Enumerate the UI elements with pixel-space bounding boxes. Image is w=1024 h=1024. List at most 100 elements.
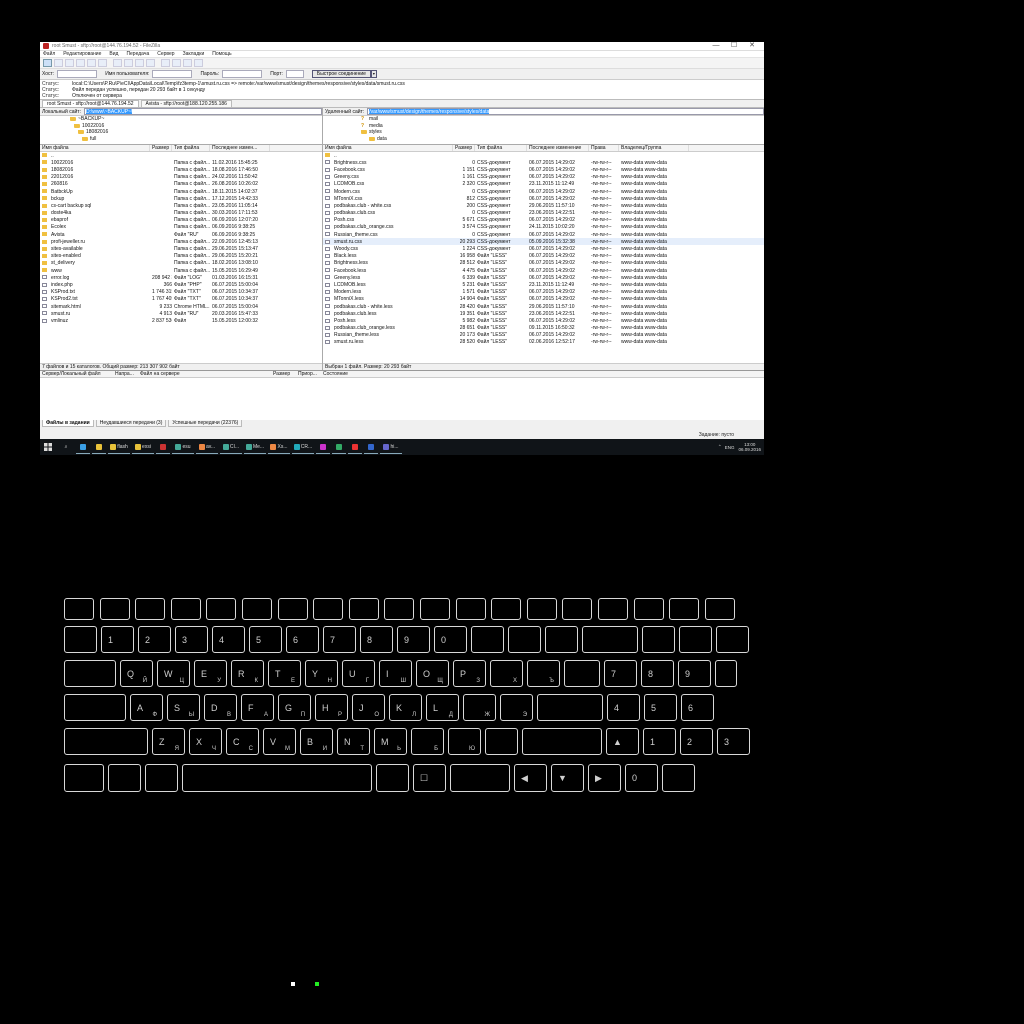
key[interactable]: Х (490, 660, 523, 687)
table-row[interactable]: Facebook.css 1 151 CSS-документ 06.07.2015 … (323, 166, 764, 173)
key[interactable] (545, 626, 578, 653)
reconnect-icon[interactable] (146, 59, 155, 67)
key[interactable]: 2 (138, 626, 171, 653)
remote-path-input[interactable]: /var/www/smust/design/themes/responsive/… (367, 108, 764, 115)
menu-view[interactable]: Вид (109, 51, 118, 57)
table-row[interactable]: error.log 208 942 334Файл "LOG" 01.03.2016… (40, 274, 322, 281)
table-row[interactable]: Woody.css 1 224 CSS-документ 06.07.2015 14:… (323, 245, 764, 252)
column-header[interactable]: Файл на сервере (138, 371, 268, 377)
column-header[interactable]: Последнее измен... (210, 145, 270, 151)
key[interactable]: QЙ (120, 660, 153, 687)
disconnect-icon[interactable] (135, 59, 144, 67)
key[interactable] (679, 626, 712, 653)
table-row[interactable]: LCDMOB.less 5 231 Файл "LESS" 23.11.2015 11… (323, 281, 764, 288)
filter-icon[interactable] (161, 59, 170, 67)
local-path-input[interactable]: D:\www\~BACKUP~\ (83, 108, 322, 115)
table-row[interactable]: profi-jeweller.ru Папка с файл... 22.09.20… (40, 238, 322, 245)
key[interactable]: ☐ (413, 764, 446, 792)
taskbar-app-button[interactable] (156, 440, 170, 454)
column-header[interactable]: Сервер/Локальный файл (40, 371, 110, 377)
column-header[interactable]: Размер (453, 145, 475, 151)
menu-edit[interactable]: Редактирование (63, 51, 101, 57)
table-row[interactable]: Greeny.css 1 161 CSS-документ 06.07.2015 14… (323, 174, 764, 181)
key[interactable]: ▶ (588, 764, 621, 792)
key[interactable] (420, 598, 450, 620)
key[interactable] (582, 626, 638, 653)
taskbar-app-button[interactable]: flash (108, 440, 130, 454)
key[interactable]: Э (500, 694, 533, 721)
password-input[interactable] (222, 70, 263, 78)
username-input[interactable] (152, 70, 193, 78)
key[interactable]: BИ (300, 728, 333, 755)
table-row[interactable]: Facebook.less 4 475 Файл "LESS" 06.07.2015 … (323, 267, 764, 274)
key[interactable] (64, 626, 97, 653)
taskbar-app-button[interactable]: hi... (380, 440, 402, 454)
key[interactable] (376, 764, 409, 792)
table-row[interactable]: podbakas.club - white.css 200 CSS-документ… (323, 202, 764, 209)
key[interactable]: 6 (286, 626, 319, 653)
key[interactable]: 5 (644, 694, 677, 721)
key[interactable]: ▼ (551, 764, 584, 792)
host-input[interactable] (57, 70, 98, 78)
column-header[interactable]: Размер (271, 371, 293, 377)
key[interactable] (99, 598, 130, 620)
table-row[interactable]: cs-cart backup sql Папка с файл... 23.05.2… (40, 202, 322, 209)
key[interactable] (384, 598, 415, 620)
column-header[interactable]: Размер (150, 145, 172, 151)
tree-item[interactable]: full (70, 136, 322, 143)
key[interactable]: Ъ (527, 660, 560, 687)
key[interactable]: SЫ (167, 694, 200, 721)
key[interactable]: UГ (342, 660, 375, 687)
table-row[interactable]: Modern.less 1 571 Файл "LESS" 06.07.2015 14… (323, 289, 764, 296)
taskbar-app-button[interactable] (364, 440, 378, 454)
maximize-button[interactable]: ☐ (725, 42, 743, 49)
key[interactable]: 9 (678, 660, 711, 687)
column-header[interactable]: Напра... (113, 371, 135, 377)
key[interactable]: ◀ (514, 764, 547, 792)
key[interactable]: CС (226, 728, 259, 755)
key[interactable]: XЧ (189, 728, 222, 755)
table-row[interactable]: doste4ka Папка с файл... 30.03.2016 17:11:… (40, 210, 322, 217)
table-row[interactable]: 18082016 Папка с файл... 18.08.2016 17:46:… (40, 166, 322, 173)
key[interactable] (108, 764, 141, 792)
table-row[interactable]: Posh.less 5 982 Файл "LESS" 06.07.2015 14:2… (323, 317, 764, 324)
key[interactable]: 5 (249, 626, 282, 653)
table-row[interactable]: MTonniX.css 812 CSS-документ 06.07.2015 14:… (323, 195, 764, 202)
key[interactable]: KЛ (389, 694, 422, 721)
key[interactable]: OЩ (416, 660, 449, 687)
key[interactable] (64, 598, 94, 620)
port-input[interactable] (285, 70, 304, 78)
key[interactable] (64, 660, 116, 687)
key[interactable]: Ж (463, 694, 496, 721)
menu-bookmarks[interactable]: Закладки (183, 51, 205, 57)
taskbar-app-button[interactable]: CI... (220, 440, 242, 454)
compare-icon[interactable] (172, 59, 181, 67)
column-header[interactable]: Права (589, 145, 619, 151)
cancel-icon[interactable] (124, 59, 133, 67)
key[interactable]: HР (315, 694, 348, 721)
taskbar-app-button[interactable] (316, 440, 330, 454)
key[interactable]: JО (352, 694, 385, 721)
table-row[interactable]: smust.ru 4 913 Файл "RU" 20.03.2016 15:47:3… (40, 310, 322, 317)
key[interactable]: LД (426, 694, 459, 721)
table-row[interactable]: Russian_theme.less 20 173 Файл "LESS" 06.07… (323, 332, 764, 339)
key[interactable]: 1 (643, 728, 676, 755)
key[interactable] (598, 598, 628, 620)
taskbar-app-button[interactable]: av... (196, 440, 218, 454)
taskbar-app-button[interactable]: esu (172, 440, 194, 454)
table-row[interactable]: 10022016 Папка с файл... 11.02.2016 15:45:… (40, 159, 322, 166)
key[interactable] (170, 598, 201, 620)
toggle-queue-icon[interactable] (87, 59, 96, 67)
taskbar-app-button[interactable]: Xs... (268, 440, 290, 454)
key[interactable]: WЦ (157, 660, 190, 687)
table-row[interactable]: vmlinuz 2 837 536Файл 15.05.2015 12:00:32 (40, 317, 322, 324)
column-header[interactable]: Последнее изменение (527, 145, 589, 151)
minimize-button[interactable]: — (707, 42, 725, 49)
table-row[interactable]: Russian_theme.css 0 CSS-документ 06.07.2015… (323, 231, 764, 238)
column-header[interactable]: Имя файла (40, 145, 150, 151)
table-row[interactable]: index.php 366 Файл "PHP" 06.07.2015 15:00:0… (40, 281, 322, 288)
key[interactable] (485, 728, 518, 755)
key[interactable]: 3 (175, 626, 208, 653)
column-header[interactable]: Состояние (321, 371, 381, 377)
tab-successful-transfers[interactable]: Успешные передачи (22376) (168, 420, 243, 427)
